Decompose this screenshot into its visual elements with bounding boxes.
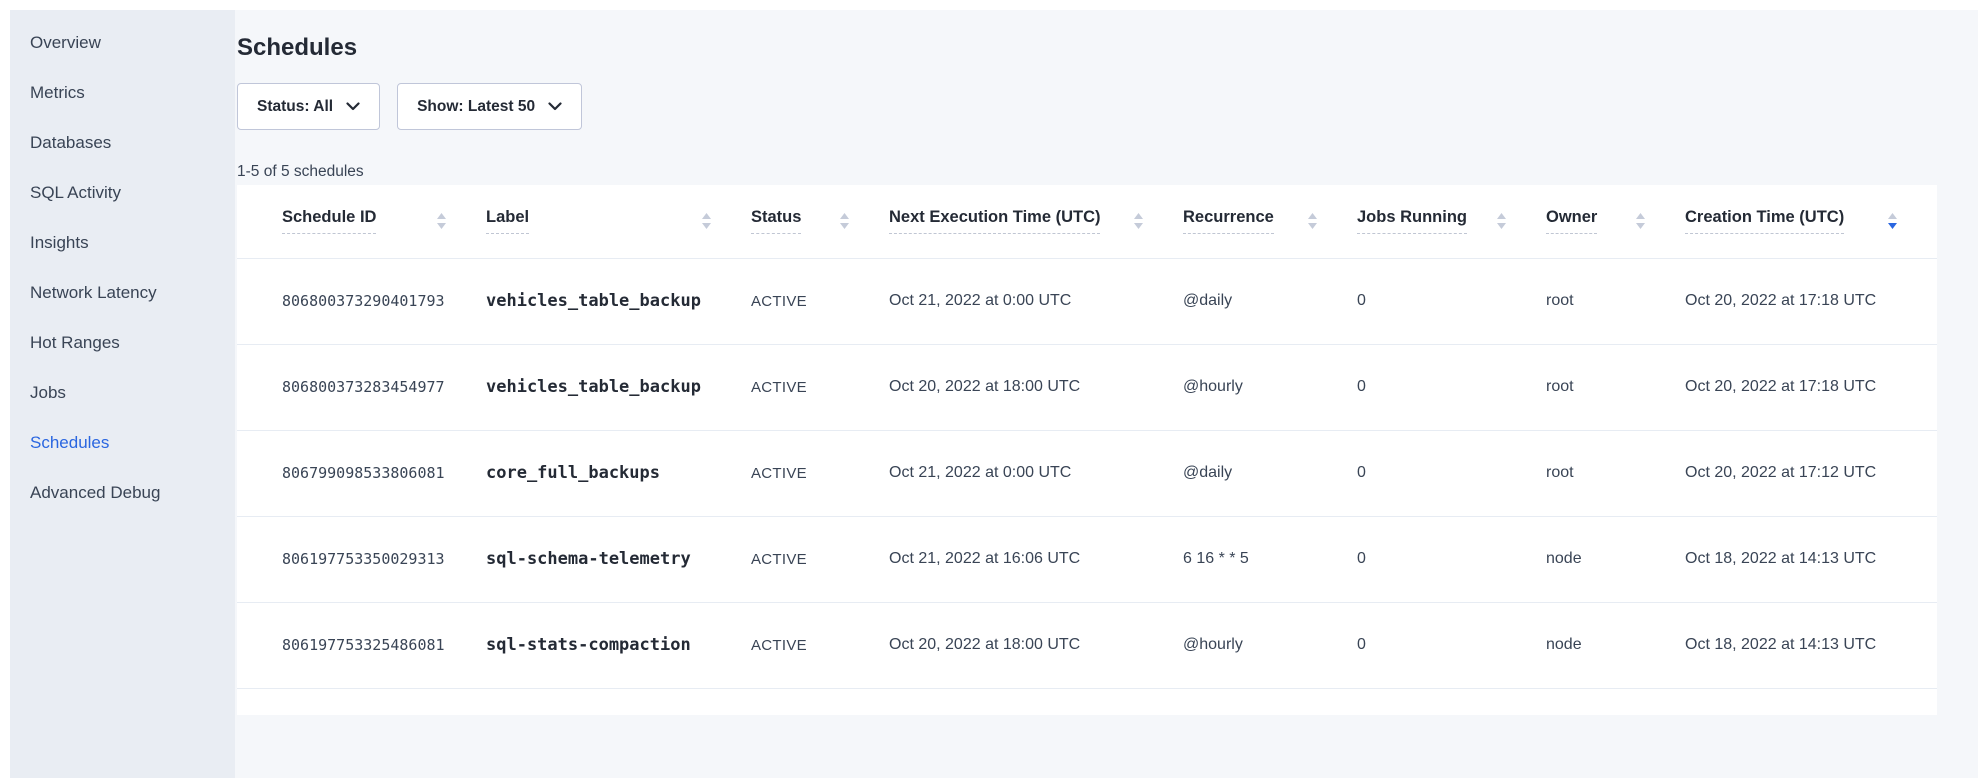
column-header-status[interactable]: Status <box>751 185 889 258</box>
status-filter-label: Status: All <box>257 98 333 116</box>
filter-bar: Status: All Show: Latest 50 <box>237 83 1978 130</box>
owner-cell: root <box>1546 344 1685 430</box>
status-cell: ACTIVE <box>751 430 889 516</box>
schedules-table-card: Schedule ID Label <box>237 185 1937 715</box>
next-execution-cell: Oct 21, 2022 at 0:00 UTC <box>889 430 1183 516</box>
sort-arrows-icon <box>840 213 849 229</box>
sort-arrows-icon <box>437 213 446 229</box>
next-execution-cell: Oct 21, 2022 at 0:00 UTC <box>889 258 1183 344</box>
recurrence-cell: 6 16 * * 5 <box>1183 516 1357 602</box>
column-label: Next Execution Time (UTC) <box>889 208 1100 234</box>
column-label: Recurrence <box>1183 208 1274 234</box>
sidebar: Overview Metrics Databases SQL Activity … <box>10 10 235 778</box>
sort-arrows-icon <box>702 213 711 229</box>
sidebar-item-hot-ranges[interactable]: Hot Ranges <box>10 318 235 368</box>
table-row: 806800373283454977 vehicles_table_backup… <box>237 344 1937 430</box>
table-row: 806800373290401793 vehicles_table_backup… <box>237 258 1937 344</box>
owner-cell: root <box>1546 430 1685 516</box>
schedule-label-cell: vehicles_table_backup <box>486 258 751 344</box>
recurrence-cell: @hourly <box>1183 344 1357 430</box>
show-limit-dropdown[interactable]: Show: Latest 50 <box>397 83 582 130</box>
column-label: Label <box>486 208 529 234</box>
column-header-creation-time[interactable]: Creation Time (UTC) <box>1685 185 1937 258</box>
column-label: Creation Time (UTC) <box>1685 208 1844 234</box>
next-execution-cell: Oct 21, 2022 at 16:06 UTC <box>889 516 1183 602</box>
recurrence-cell: @hourly <box>1183 602 1357 688</box>
status-cell: ACTIVE <box>751 344 889 430</box>
creation-time-cell: Oct 18, 2022 at 14:13 UTC <box>1685 602 1937 688</box>
schedule-label-cell: sql-schema-telemetry <box>486 516 751 602</box>
schedule-label-cell: core_full_backups <box>486 430 751 516</box>
sort-arrows-icon-desc-active <box>1888 213 1897 229</box>
table-header-row: Schedule ID Label <box>237 185 1937 258</box>
creation-time-cell: Oct 20, 2022 at 17:18 UTC <box>1685 344 1937 430</box>
sidebar-item-insights[interactable]: Insights <box>10 218 235 268</box>
sidebar-item-jobs[interactable]: Jobs <box>10 368 235 418</box>
creation-time-cell: Oct 20, 2022 at 17:18 UTC <box>1685 258 1937 344</box>
jobs-running-cell: 0 <box>1357 258 1546 344</box>
sort-arrows-icon <box>1636 213 1645 229</box>
sidebar-item-schedules[interactable]: Schedules <box>10 418 235 468</box>
table-row: 806197753325486081 sql-stats-compaction … <box>237 602 1937 688</box>
schedule-label-cell: sql-stats-compaction <box>486 602 751 688</box>
column-header-next-execution-time[interactable]: Next Execution Time (UTC) <box>889 185 1183 258</box>
schedule-id-cell: 806800373290401793 <box>237 258 486 344</box>
sidebar-item-databases[interactable]: Databases <box>10 118 235 168</box>
sidebar-item-advanced-debug[interactable]: Advanced Debug <box>10 468 235 518</box>
sort-arrows-icon <box>1308 213 1317 229</box>
owner-cell: node <box>1546 516 1685 602</box>
sidebar-item-metrics[interactable]: Metrics <box>10 68 235 118</box>
recurrence-cell: @daily <box>1183 430 1357 516</box>
column-header-schedule-id[interactable]: Schedule ID <box>237 185 486 258</box>
results-count: 1-5 of 5 schedules <box>237 163 1978 181</box>
sidebar-item-network-latency[interactable]: Network Latency <box>10 268 235 318</box>
creation-time-cell: Oct 20, 2022 at 17:12 UTC <box>1685 430 1937 516</box>
page-title: Schedules <box>237 33 1978 63</box>
chevron-down-icon <box>548 102 562 111</box>
table-row: 806197753350029313 sql-schema-telemetry … <box>237 516 1937 602</box>
schedules-table: Schedule ID Label <box>237 185 1937 689</box>
jobs-running-cell: 0 <box>1357 602 1546 688</box>
schedule-id-cell: 806197753325486081 <box>237 602 486 688</box>
next-execution-cell: Oct 20, 2022 at 18:00 UTC <box>889 602 1183 688</box>
sidebar-item-sql-activity[interactable]: SQL Activity <box>10 168 235 218</box>
schedule-id-cell: 806197753350029313 <box>237 516 486 602</box>
schedule-id-cell: 806799098533806081 <box>237 430 486 516</box>
sort-arrows-icon <box>1134 213 1143 229</box>
schedule-label-cell: vehicles_table_backup <box>486 344 751 430</box>
status-filter-dropdown[interactable]: Status: All <box>237 83 380 130</box>
column-label: Schedule ID <box>282 208 376 234</box>
recurrence-cell: @daily <box>1183 258 1357 344</box>
show-limit-label: Show: Latest 50 <box>417 98 535 116</box>
column-label: Jobs Running <box>1357 208 1467 234</box>
table-row: 806799098533806081 core_full_backups ACT… <box>237 430 1937 516</box>
column-header-jobs-running[interactable]: Jobs Running <box>1357 185 1546 258</box>
column-label: Status <box>751 208 801 234</box>
owner-cell: root <box>1546 258 1685 344</box>
next-execution-cell: Oct 20, 2022 at 18:00 UTC <box>889 344 1183 430</box>
owner-cell: node <box>1546 602 1685 688</box>
sidebar-item-overview[interactable]: Overview <box>10 18 235 68</box>
jobs-running-cell: 0 <box>1357 516 1546 602</box>
schedule-id-cell: 806800373283454977 <box>237 344 486 430</box>
status-cell: ACTIVE <box>751 258 889 344</box>
jobs-running-cell: 0 <box>1357 344 1546 430</box>
creation-time-cell: Oct 18, 2022 at 14:13 UTC <box>1685 516 1937 602</box>
status-cell: ACTIVE <box>751 602 889 688</box>
column-label: Owner <box>1546 208 1597 234</box>
column-header-recurrence[interactable]: Recurrence <box>1183 185 1357 258</box>
jobs-running-cell: 0 <box>1357 430 1546 516</box>
column-header-owner[interactable]: Owner <box>1546 185 1685 258</box>
sort-arrows-icon <box>1497 213 1506 229</box>
column-header-label[interactable]: Label <box>486 185 751 258</box>
status-cell: ACTIVE <box>751 516 889 602</box>
app-shell: Overview Metrics Databases SQL Activity … <box>10 10 1978 778</box>
chevron-down-icon <box>346 102 360 111</box>
main-content: Schedules Status: All Show: Latest 50 1-… <box>235 10 1978 778</box>
